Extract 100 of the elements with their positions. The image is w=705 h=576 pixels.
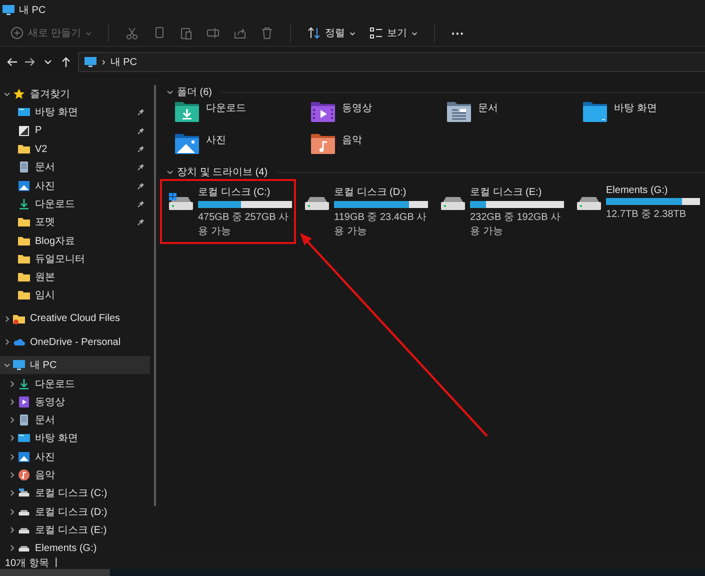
folder-icon: [18, 143, 30, 156]
monitor-icon: [84, 56, 97, 68]
tree-item[interactable]: Creative Cloud Files: [0, 310, 150, 328]
folder-icon: [582, 101, 608, 123]
tree-item[interactable]: 문서: [0, 411, 150, 430]
plus-circle-icon: [10, 26, 24, 40]
drive-space: 119GB 중 23.4GB 사용 가능: [334, 211, 428, 238]
folder-item[interactable]: 다운로드: [160, 99, 296, 131]
rename-icon: [206, 26, 220, 40]
play-icon: [18, 396, 30, 408]
tree-item[interactable]: 바탕 화면: [0, 429, 150, 448]
drive-item[interactable]: 로컬 디스크 (C:) 475GB 중 257GB 사용 가능: [160, 179, 296, 244]
caret-icon: [84, 30, 92, 36]
tree-item[interactable]: 임시: [0, 286, 150, 305]
breadcrumb-separator: ›: [102, 56, 106, 68]
drive-space: 232GB 중 192GB 사용 가능: [470, 211, 562, 238]
sort-button[interactable]: 정렬: [302, 22, 360, 44]
folder-item[interactable]: 바탕 화면: [568, 99, 704, 131]
drive-name: 로컬 디스크 (D:): [334, 186, 408, 199]
address-bar[interactable]: › 내 PC: [78, 52, 705, 72]
tree-item[interactable]: 동영상: [0, 392, 150, 412]
screen-icon: [18, 432, 30, 444]
document-folder-icon: [446, 101, 472, 123]
folder-item[interactable]: 사진: [160, 131, 296, 163]
more-button[interactable]: ···: [446, 22, 469, 44]
scrollbar[interactable]: [154, 85, 156, 506]
picture-icon: [18, 450, 30, 463]
scissors-icon: [124, 26, 139, 40]
tree-item[interactable]: Blog자료: [0, 231, 150, 250]
folder-item[interactable]: 음악: [296, 131, 432, 163]
clipboard-icon: [178, 26, 193, 40]
folder-item[interactable]: 문서: [432, 99, 568, 131]
video-folder-icon: [310, 101, 336, 123]
tree-item[interactable]: 문서: [0, 158, 150, 176]
tree-item[interactable]: 내 PC: [0, 356, 150, 374]
tree-item[interactable]: V2: [0, 140, 150, 158]
caret-icon: [348, 30, 356, 36]
folder-icon: [18, 234, 30, 247]
drive-item[interactable]: 로컬 디스크 (D:) 119GB 중 23.4GB 사용 가능: [296, 179, 432, 244]
trash-icon: [260, 26, 274, 40]
tree-item[interactable]: 듀얼모니터: [0, 250, 150, 268]
item-count: 10개 항목: [5, 556, 49, 570]
tree-item[interactable]: OneDrive - Personal: [0, 332, 150, 352]
tree-item[interactable]: 로컬 디스크 (E:): [0, 520, 150, 540]
tree-item[interactable]: 사진: [0, 176, 150, 195]
drive-space: 12.7TB 중 2.38TB: [606, 208, 688, 221]
document-icon: [18, 414, 30, 426]
caret-icon: [410, 30, 418, 36]
tree-item[interactable]: 즐겨찾기: [0, 85, 150, 104]
breadcrumb-item[interactable]: 내 PC: [110, 55, 138, 69]
up-arrow-icon: [60, 56, 72, 68]
tree-item[interactable]: 로컬 디스크 (D:): [0, 502, 150, 521]
tree-item[interactable]: 다운로드: [0, 374, 150, 393]
tree-item[interactable]: P: [0, 122, 150, 140]
cloud-icon: [13, 336, 25, 348]
view-icon: [368, 26, 383, 40]
drive-name: 로컬 디스크 (E:): [470, 186, 543, 199]
folder-icon: [18, 252, 30, 265]
tree-item[interactable]: 음악: [0, 466, 150, 484]
tree-item[interactable]: 바탕 화면: [0, 103, 150, 122]
monitor-icon: [2, 4, 15, 16]
screen-icon: [18, 106, 30, 118]
tree-item[interactable]: 로컬 디스크 (C:): [0, 484, 150, 503]
drive-name: 로컬 디스크 (C:): [198, 186, 272, 199]
drive-icon: [168, 193, 194, 211]
monitor-icon: [13, 359, 25, 372]
star-icon: [13, 88, 25, 100]
view-button[interactable]: 보기: [364, 22, 422, 44]
section-header: 장치 및 드라이브 (4): [177, 166, 268, 179]
section-header: 폴더 (6): [177, 86, 212, 99]
back-arrow-icon: [6, 56, 18, 68]
download-folder-icon: [174, 101, 200, 123]
tree-item[interactable]: 사진: [0, 448, 150, 466]
drive-item[interactable]: 로컬 디스크 (E:) 232GB 중 192GB 사용 가능: [432, 179, 568, 244]
forward-arrow-icon: [24, 56, 36, 68]
share-icon: [232, 26, 247, 40]
tree-item[interactable]: Elements (G:): [0, 539, 150, 558]
download-icon: [18, 378, 30, 390]
music-icon: [18, 469, 30, 482]
tree-item[interactable]: 포멧: [0, 213, 150, 232]
download-icon: [18, 198, 30, 210]
sort-icon: [306, 26, 321, 40]
window-title: 내 PC: [19, 4, 46, 17]
drive-icon: [18, 487, 30, 500]
tree-item[interactable]: 다운로드: [0, 194, 150, 214]
folder-icon: [18, 271, 30, 284]
music-folder-icon: [310, 133, 336, 155]
picture-folder-icon: [174, 133, 200, 155]
document-icon: [18, 161, 30, 174]
drive-item[interactable]: Elements (G:) 12.7TB 중 2.38TB: [568, 179, 704, 244]
image-file-icon: [18, 124, 30, 137]
tree-item[interactable]: 원본: [0, 268, 150, 286]
drive-space: 475GB 중 257GB 사용 가능: [198, 211, 290, 238]
status-separator: |: [54, 557, 58, 568]
folder-item[interactable]: 동영상: [296, 99, 432, 131]
drive-name: Elements (G:): [606, 185, 669, 196]
folder-icon: [13, 312, 25, 325]
picture-icon: [18, 180, 30, 192]
folder-icon: [18, 289, 30, 302]
folder-icon: [18, 216, 30, 228]
